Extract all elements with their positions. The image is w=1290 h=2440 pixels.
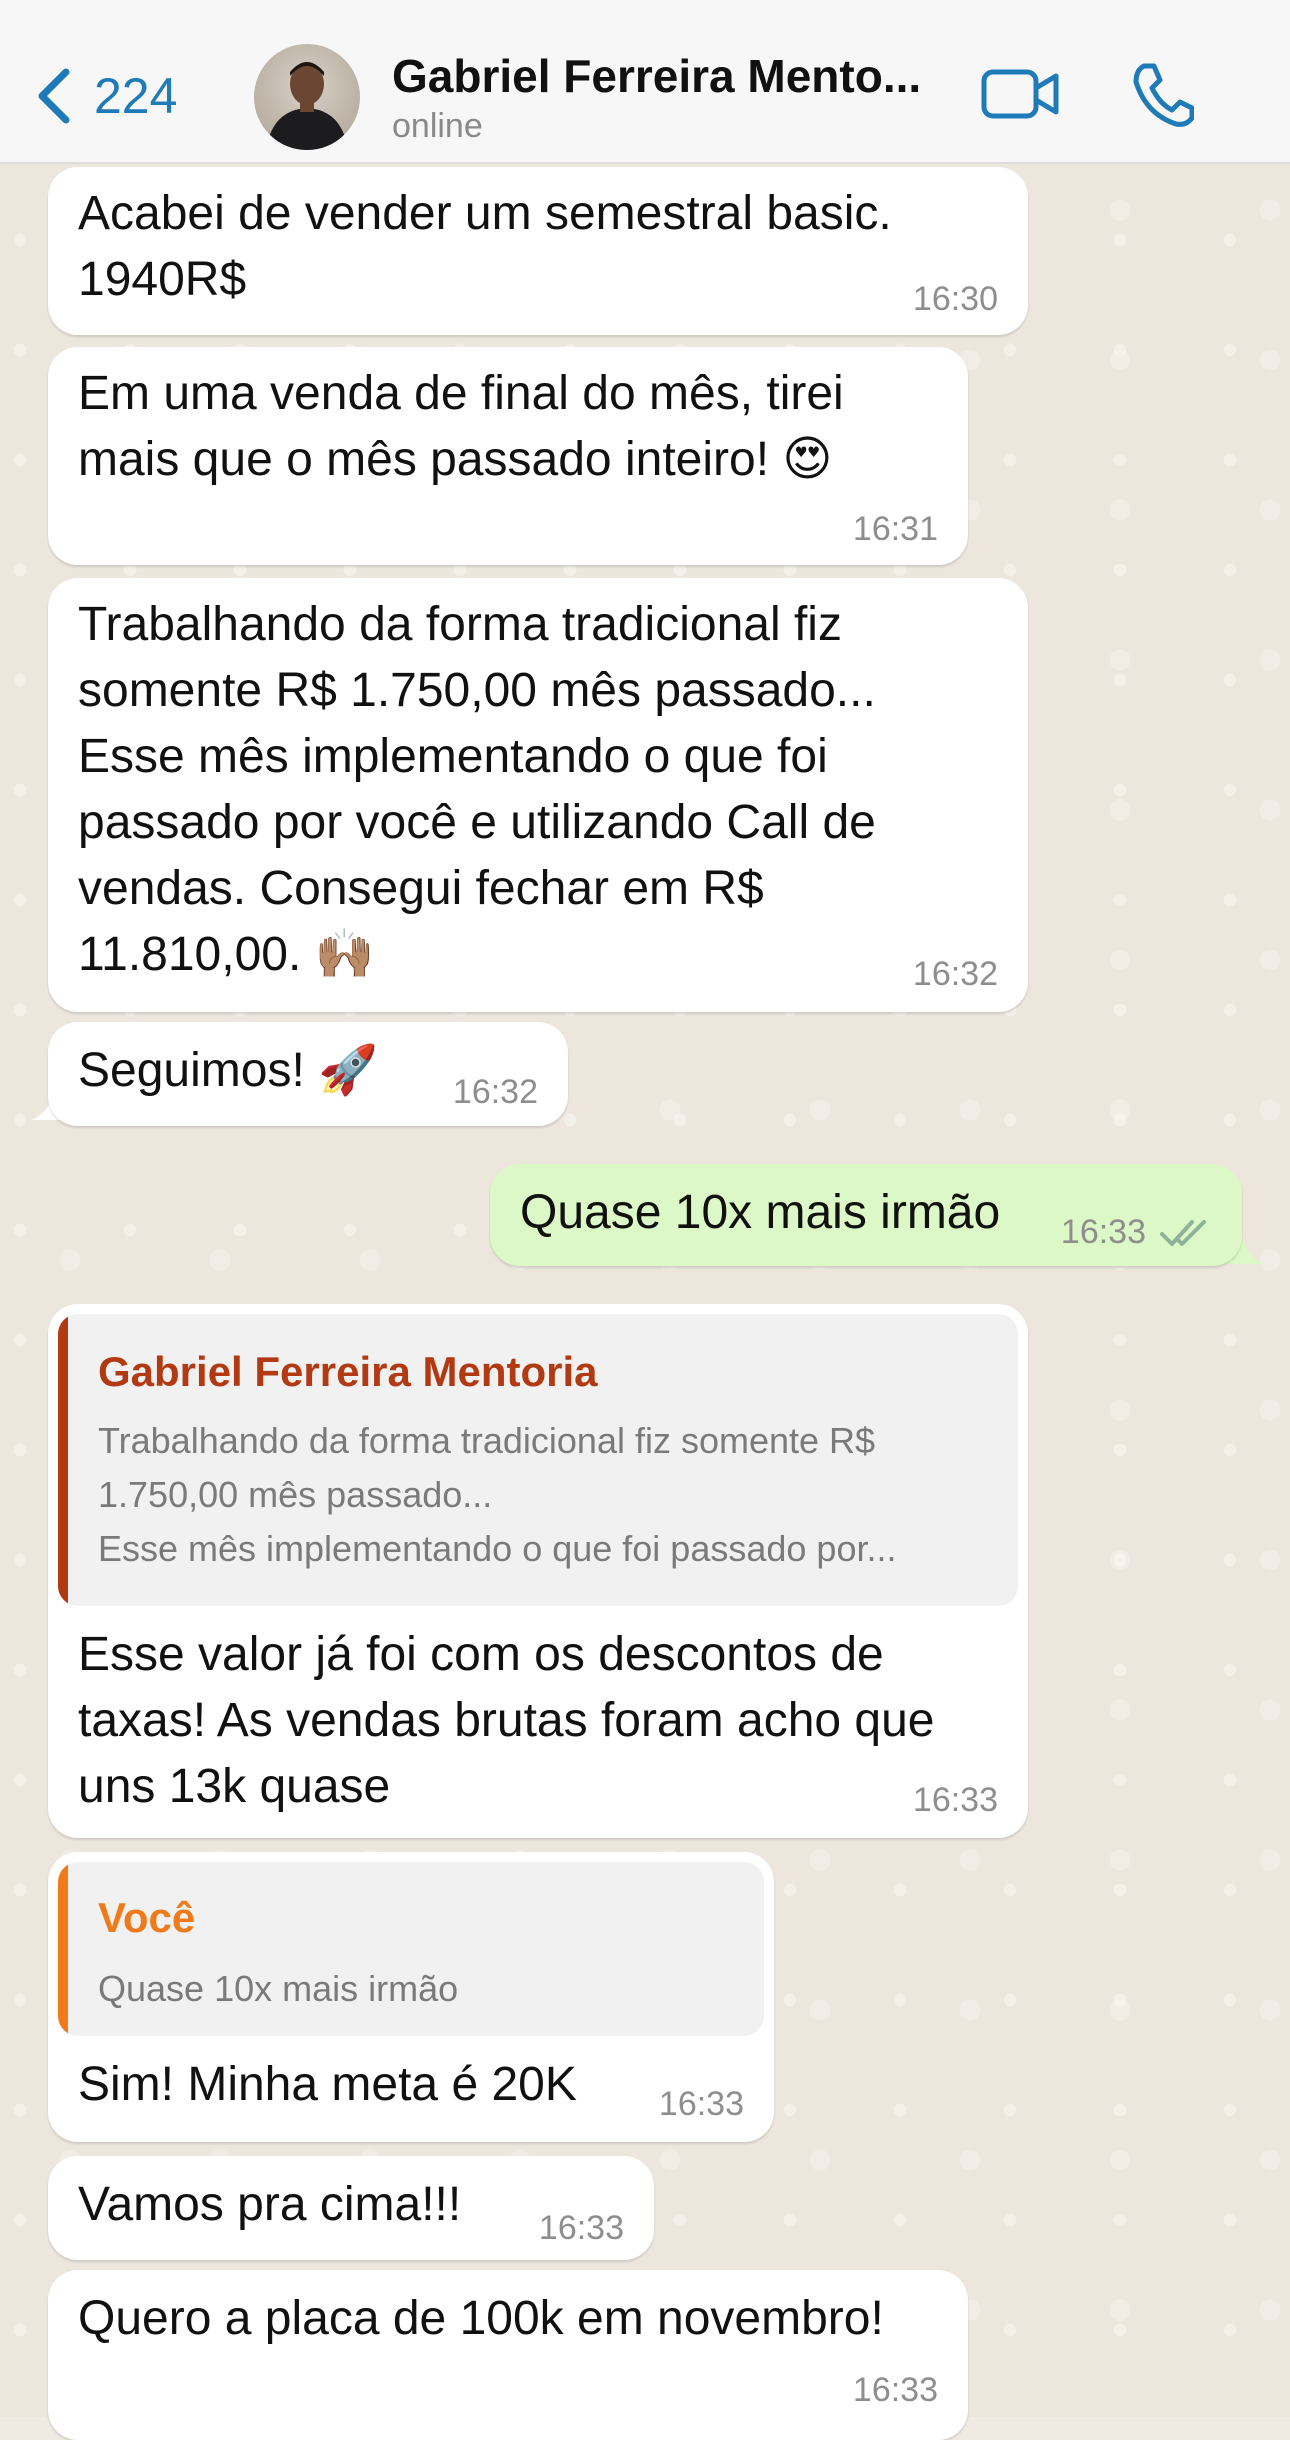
incoming-message[interactable]: Trabalhando da forma tradicional fiz som… [48, 578, 1028, 1012]
message-time: 16:33 [538, 2209, 624, 2247]
incoming-message[interactable]: Seguimos! 🚀 16:32 [48, 1022, 568, 1126]
video-camera-icon[interactable] [980, 64, 1060, 124]
message-text: Vamos pra cima!!! [78, 2178, 462, 2231]
message-time: 16:30 [912, 280, 998, 318]
message-text: Seguimos! 🚀 [78, 1044, 378, 1097]
incoming-message[interactable]: Quero a placa de 100k em novembro! 16:33 [48, 2270, 968, 2440]
message-text: Quero a placa de 100k em novembro! [78, 2292, 884, 2345]
message-text: Em uma venda de final do mês, tirei mais… [78, 367, 844, 486]
person-photo-icon [266, 62, 348, 150]
quote-text: Quase 10x mais irmão [98, 1968, 459, 2009]
message-time: 16:33 [852, 2371, 938, 2409]
chevron-left-icon [38, 68, 70, 124]
message-time: 16:32 [452, 1073, 538, 1111]
incoming-message[interactable]: Você Quase 10x mais irmão Sim! Minha met… [48, 1852, 774, 2142]
incoming-message[interactable]: Vamos pra cima!!! 16:33 [48, 2156, 654, 2260]
quote-author: Gabriel Ferreira Mentoria [98, 1348, 598, 1395]
back-button[interactable]: 224 [34, 64, 184, 128]
message-time: 16:33 [658, 2085, 744, 2123]
message-text: Esse valor já foi com os descontos de ta… [78, 1628, 935, 1813]
quoted-message[interactable]: Gabriel Ferreira Mentoria Trabalhando da… [58, 1314, 1018, 1606]
quote-bar [58, 1314, 68, 1606]
message-text: Trabalhando da forma tradicional fiz som… [78, 598, 876, 981]
contact-info[interactable]: Gabriel Ferreira Mento... online [392, 46, 952, 146]
chat-header: 224 Gabriel Ferreira Mento... online [0, 0, 1290, 164]
contact-status: online [392, 107, 483, 145]
message-text: Quase 10x mais irmão [520, 1186, 1001, 1239]
quoted-message[interactable]: Você Quase 10x mais irmão [58, 1862, 764, 2036]
contact-name[interactable]: Gabriel Ferreira Mento... [392, 46, 952, 106]
outgoing-message[interactable]: Quase 10x mais irmão 16:33 [490, 1164, 1242, 1266]
double-check-icon [1160, 1220, 1206, 1246]
quote-author: Você [98, 1894, 196, 1941]
avatar[interactable] [254, 44, 360, 150]
message-time: 16:33 [1060, 1213, 1146, 1251]
unread-count[interactable]: 224 [94, 67, 177, 125]
message-time: 16:31 [852, 510, 938, 548]
quote-text: Trabalhando da forma tradicional fiz som… [98, 1420, 897, 1569]
message-text: Sim! Minha meta é 20K [78, 2058, 577, 2111]
message-time: 16:33 [912, 1781, 998, 1819]
incoming-message[interactable]: Gabriel Ferreira Mentoria Trabalhando da… [48, 1304, 1028, 1838]
message-text: Acabei de vender um semestral basic. 194… [78, 187, 892, 306]
incoming-message[interactable]: Em uma venda de final do mês, tirei mais… [48, 347, 968, 565]
phone-icon[interactable] [1130, 60, 1194, 128]
quote-bar [58, 1862, 68, 2036]
message-time: 16:32 [912, 955, 998, 993]
incoming-message[interactable]: Acabei de vender um semestral basic. 194… [48, 167, 1028, 335]
